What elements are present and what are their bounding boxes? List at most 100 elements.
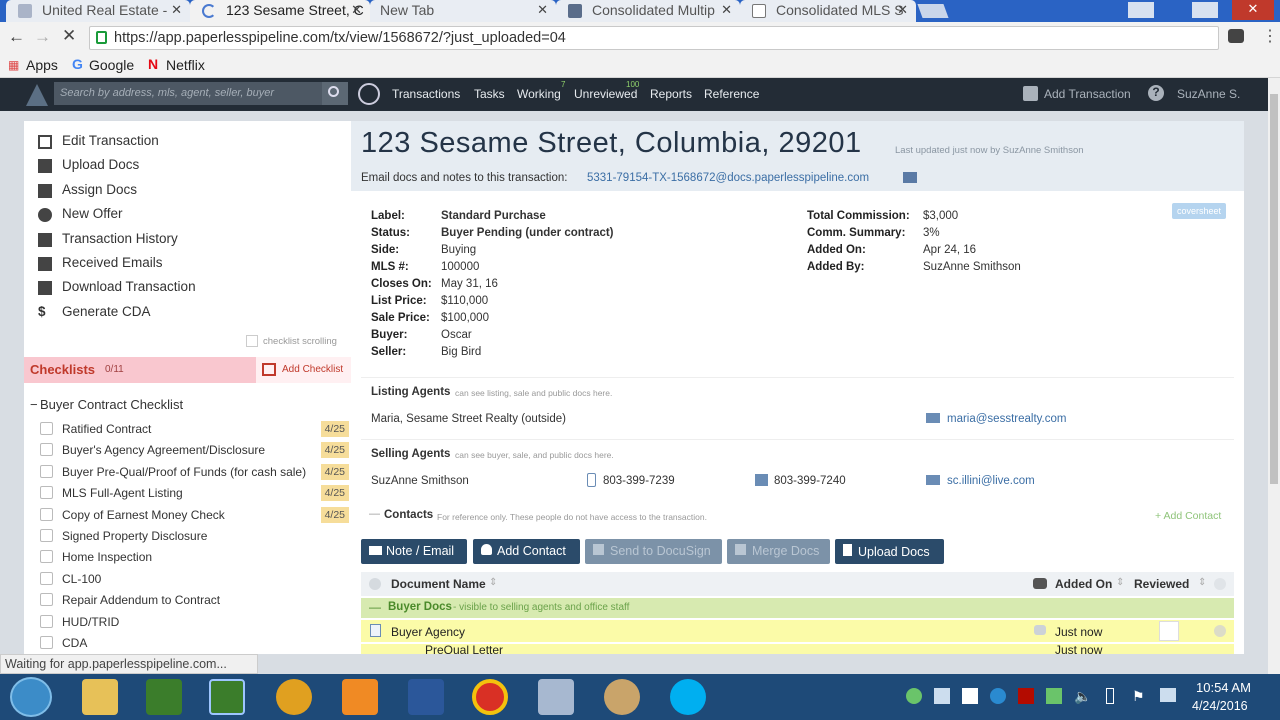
nav-working[interactable]: Working [517, 87, 561, 101]
sidebar-generate-cda[interactable]: $ Generate CDA [38, 304, 151, 324]
doc-name-header[interactable]: Document Name [391, 577, 486, 591]
transaction-email-link[interactable]: 5331-79154-TX-1568672@docs.paperlesspipe… [587, 172, 869, 184]
checklist-checkbox[interactable] [40, 571, 53, 585]
checklist-checkbox[interactable] [40, 507, 53, 521]
tray-onedrive-icon[interactable] [990, 688, 1006, 704]
browser-tab-1[interactable]: United Real Estate - ✕ [6, 0, 190, 22]
add-transaction-link[interactable]: Add Transaction [1044, 87, 1131, 101]
bookmark-google[interactable]: Google [89, 57, 134, 73]
document-name[interactable]: PreQual Letter [425, 644, 503, 654]
battery-icon[interactable] [1106, 688, 1114, 704]
browser-tab-5[interactable]: Consolidated MLS S ✕ [740, 0, 916, 22]
sidebar-assign-docs[interactable]: Assign Docs [38, 182, 137, 202]
tray-network-icon[interactable] [934, 688, 950, 704]
extension-icon[interactable] [1228, 29, 1244, 43]
sort-icon[interactable]: ⇕ [1198, 577, 1206, 588]
tray-sync-icon[interactable] [1046, 688, 1062, 704]
dashboard-gauge-icon[interactable] [358, 83, 380, 105]
selling-agent-phone[interactable]: 803-399-7239 [603, 475, 675, 487]
checklist-checkbox[interactable] [40, 550, 53, 564]
page-scrollbar[interactable] [1268, 78, 1280, 674]
checklist-item[interactable]: Signed Property Disclosure [40, 527, 349, 547]
help-icon[interactable]: ? [1148, 85, 1164, 101]
merge-docs-button[interactable]: Merge Docs [727, 539, 830, 564]
note-email-button[interactable]: Note / Email [361, 539, 467, 564]
close-icon[interactable]: ✕ [721, 2, 732, 18]
contact-card-icon[interactable] [903, 172, 917, 183]
paint-icon[interactable] [604, 679, 640, 715]
sidebar-upload-docs[interactable]: Upload Docs [38, 157, 139, 177]
bookmark-netflix[interactable]: Netflix [166, 57, 205, 73]
checklist-item[interactable]: CDA [40, 634, 349, 654]
close-icon[interactable]: ✕ [537, 2, 548, 18]
checklist-checkbox[interactable] [40, 636, 53, 649]
gear-icon[interactable] [1214, 625, 1226, 637]
chrome-icon[interactable] [472, 679, 508, 715]
start-button[interactable] [10, 677, 52, 717]
checklist-checkbox[interactable] [40, 443, 53, 457]
collapse-group-toggle[interactable]: — [369, 600, 381, 614]
nav-reference[interactable]: Reference [704, 87, 759, 101]
checklist-item[interactable]: MLS Full-Agent Listing 4/25 [40, 484, 349, 504]
keyboard-icon[interactable] [538, 679, 574, 715]
nav-reports[interactable]: Reports [650, 87, 692, 101]
stop-icon[interactable]: ✕ [62, 26, 76, 46]
clock-time[interactable]: 10:54 AM [1196, 680, 1251, 695]
close-icon[interactable]: ✕ [351, 2, 362, 18]
menu-icon[interactable]: ⋮ [1262, 26, 1278, 46]
window-close-button[interactable]: ✕ [1232, 0, 1274, 20]
checklist-checkbox[interactable] [40, 593, 53, 607]
forward-arrow-icon[interactable]: → [34, 27, 51, 47]
file-explorer-icon[interactable] [82, 679, 118, 715]
gear-icon[interactable] [1214, 578, 1226, 590]
media-player-icon[interactable] [342, 679, 378, 715]
tray-windows-icon[interactable] [962, 688, 978, 704]
clock-date[interactable]: 4/24/2016 [1192, 699, 1248, 713]
bookmark-apps[interactable]: Apps [26, 57, 58, 73]
browser-tab-4[interactable]: Consolidated Multip ✕ [556, 0, 740, 22]
address-bar[interactable]: https://app.paperlesspipeline.com/tx/vie… [89, 26, 1219, 50]
document-name[interactable]: Buyer Agency [391, 625, 465, 639]
checklist-item[interactable]: HUD/TRID [40, 613, 349, 633]
tray-status-icon[interactable] [906, 688, 922, 704]
checklist-checkbox[interactable] [40, 529, 53, 542]
search-button[interactable] [322, 82, 348, 105]
checklist-item[interactable]: Buyer's Agency Agreement/Disclosure 4/25 [40, 441, 349, 461]
nav-unreviewed[interactable]: Unreviewed [574, 87, 637, 101]
checklist-item[interactable]: Home Inspection [40, 548, 349, 568]
headphones-icon[interactable] [276, 679, 312, 715]
sidebar-download-transaction[interactable]: Download Transaction [38, 279, 196, 299]
coversheet-badge[interactable]: coversheet [1172, 203, 1227, 219]
checklist-item[interactable]: Repair Addendum to Contract [40, 591, 349, 611]
send-to-docusign-button[interactable]: Send to DocuSign [585, 539, 722, 564]
skype-icon[interactable] [670, 679, 706, 715]
sidebar-transaction-history[interactable]: Transaction History [38, 231, 178, 251]
comment-icon[interactable] [1034, 625, 1046, 635]
listing-agent-email[interactable]: maria@sesstrealty.com [947, 413, 1066, 425]
collapse-contacts-toggle[interactable]: — [369, 508, 380, 520]
sidebar-received-emails[interactable]: Received Emails [38, 255, 163, 275]
selling-agent-fax[interactable]: 803-399-7240 [774, 475, 846, 487]
checklist-checkbox[interactable] [40, 614, 53, 628]
nav-transactions[interactable]: Transactions [392, 87, 460, 101]
checklist-item[interactable]: CL-100 [40, 570, 349, 590]
sidebar-edit-transaction[interactable]: Edit Transaction [38, 133, 159, 153]
network-icon[interactable] [1160, 688, 1176, 702]
add-contact-link[interactable]: + Add Contact [1155, 510, 1221, 522]
checklist-checkbox[interactable] [40, 486, 53, 500]
add-checklist-button[interactable]: Add Checklist [256, 357, 351, 383]
close-icon[interactable]: ✕ [171, 2, 182, 18]
browser-tab-2[interactable]: 123 Sesame Street, C ✕ [190, 0, 370, 22]
select-all-icon[interactable] [369, 578, 381, 590]
search-input[interactable]: Search by address, mls, agent, seller, b… [54, 82, 322, 105]
new-tab-button[interactable] [917, 4, 949, 18]
close-icon[interactable]: ✕ [897, 2, 908, 18]
maximize-button[interactable] [1192, 2, 1218, 18]
checklist-item[interactable]: Buyer Pre-Qual/Proof of Funds (for cash … [40, 463, 349, 483]
scrollbar-thumb[interactable] [1270, 94, 1278, 484]
minimize-button[interactable] [1128, 2, 1154, 18]
checklist-item[interactable]: Ratified Contract 4/25 [40, 420, 349, 440]
doc-group-row[interactable]: — Buyer Docs - visible to selling agents… [361, 598, 1234, 618]
flag-icon[interactable]: ⚑ [1132, 688, 1145, 705]
checklist-checkbox[interactable] [40, 422, 53, 435]
